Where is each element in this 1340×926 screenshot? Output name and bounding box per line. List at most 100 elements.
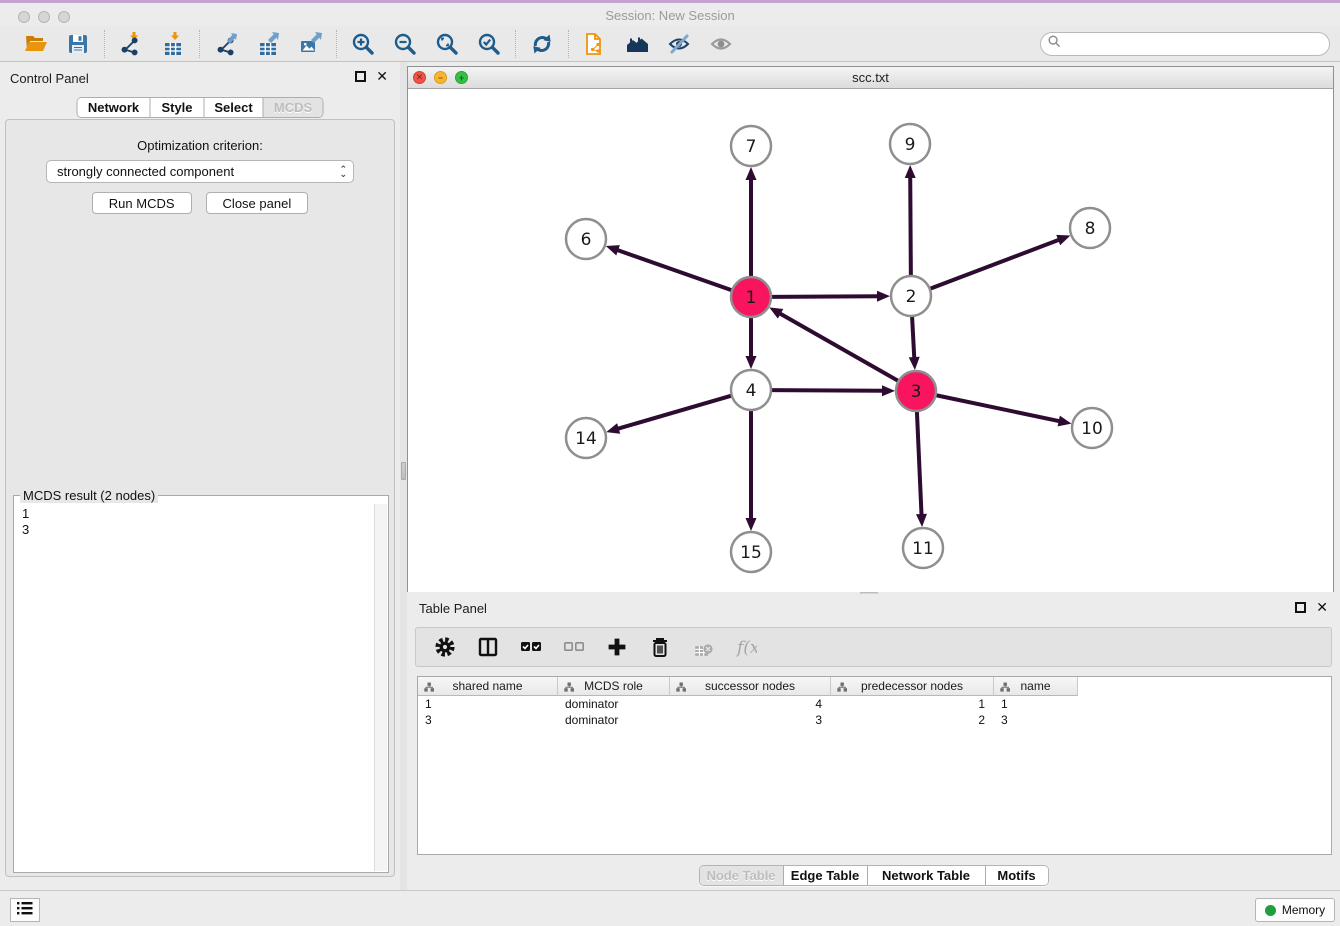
hide-unselected-icon[interactable] — [666, 31, 692, 57]
cell-shared-name[interactable]: 3 — [418, 712, 558, 728]
node-label-14: 14 — [575, 429, 597, 449]
show-all-icon[interactable] — [708, 31, 734, 57]
arrowhead-3-11 — [916, 514, 927, 527]
mcds-result-node: 1 — [22, 506, 374, 522]
node-label-3: 3 — [911, 382, 922, 402]
cell-predecessor-nodes[interactable]: 2 — [831, 712, 994, 728]
status-bar: Memory — [0, 890, 1340, 926]
task-history-button[interactable] — [10, 898, 40, 922]
node-label-15: 15 — [740, 543, 762, 563]
table-row[interactable]: 1dominator411 — [418, 696, 1331, 712]
export-network-icon[interactable] — [213, 31, 239, 57]
criterion-dropdown[interactable]: strongly connected component ⌃⌄ — [46, 160, 354, 183]
edge-4-3[interactable] — [771, 390, 884, 391]
zoom-in-icon[interactable] — [350, 31, 376, 57]
column-header-predecessor-nodes[interactable]: predecessor nodes — [831, 677, 994, 696]
tab-motifs[interactable]: Motifs — [986, 866, 1048, 885]
edge-1-2[interactable] — [771, 296, 879, 297]
node-label-10: 10 — [1081, 419, 1103, 439]
control-panel: Control Panel ✕ NetworkStyleSelectMCDS O… — [0, 62, 400, 890]
svg-text:f(x): f(x) — [735, 638, 757, 658]
cell-name[interactable]: 3 — [994, 712, 1078, 728]
memory-button[interactable]: Memory — [1255, 898, 1335, 922]
cell-MCDS-role[interactable]: dominator — [558, 712, 670, 728]
delete-column-icon[interactable] — [647, 635, 673, 659]
select-all-icon[interactable] — [518, 635, 544, 659]
mcds-result-box: MCDS result (2 nodes) 13 — [13, 495, 389, 873]
export-image-icon[interactable] — [297, 31, 323, 57]
cell-shared-name[interactable]: 1 — [418, 696, 558, 712]
cell-successor-nodes[interactable]: 3 — [670, 712, 831, 728]
column-tree-icon — [837, 681, 847, 695]
node-label-4: 4 — [746, 381, 757, 401]
zoom-fit-icon[interactable] — [434, 31, 460, 57]
tab-network[interactable]: Network — [78, 98, 151, 117]
tab-mcds[interactable]: MCDS — [264, 98, 323, 117]
mcds-panel: Optimization criterion: strongly connect… — [5, 119, 395, 877]
deselect-all-icon[interactable] — [561, 635, 587, 659]
import-table-icon[interactable] — [160, 31, 186, 57]
save-session-icon[interactable] — [65, 31, 91, 57]
edge-3-1[interactable] — [779, 313, 899, 381]
tab-network-table[interactable]: Network Table — [868, 866, 986, 885]
arrowhead-4-15 — [746, 518, 757, 531]
column-header-shared-name[interactable]: shared name — [418, 677, 558, 696]
edge-3-10[interactable] — [936, 395, 1061, 421]
import-network-icon[interactable] — [118, 31, 144, 57]
open-file-icon[interactable] — [23, 31, 49, 57]
network-window-title: scc.txt — [408, 70, 1333, 85]
new-network-from-selection-icon[interactable] — [582, 31, 608, 57]
cell-successor-nodes[interactable]: 4 — [670, 696, 831, 712]
arrowhead-3-10 — [1058, 416, 1072, 427]
run-mcds-button[interactable]: Run MCDS — [92, 192, 192, 214]
search-box[interactable] — [1040, 32, 1330, 56]
tab-node-table[interactable]: Node Table — [700, 866, 784, 885]
column-header-MCDS-role[interactable]: MCDS role — [558, 677, 670, 696]
control-panel-title: Control Panel — [10, 71, 89, 86]
divider-grip[interactable] — [401, 462, 406, 480]
session-title: Session: New Session — [0, 8, 1340, 23]
node-table: shared nameMCDS rolesuccessor nodesprede… — [417, 676, 1332, 855]
edge-2-8[interactable] — [930, 239, 1060, 289]
float-panel-icon[interactable] — [355, 71, 366, 82]
arrowhead-4-3 — [882, 385, 895, 396]
close-panel-icon[interactable]: ✕ — [376, 71, 388, 82]
result-scrollbar[interactable] — [374, 504, 387, 871]
export-table-icon[interactable] — [255, 31, 281, 57]
edge-3-11[interactable] — [917, 411, 922, 516]
edge-2-9[interactable] — [910, 176, 911, 276]
mcds-result-list[interactable]: 13 — [15, 504, 374, 871]
edge-2-3[interactable] — [912, 316, 914, 359]
table-float-panel-icon[interactable] — [1295, 602, 1306, 613]
column-header-successor-nodes[interactable]: successor nodes — [670, 677, 831, 696]
tab-select[interactable]: Select — [205, 98, 264, 117]
zoom-selected-icon[interactable] — [476, 31, 502, 57]
table-row[interactable]: 3dominator323 — [418, 712, 1331, 728]
cell-predecessor-nodes[interactable]: 1 — [831, 696, 994, 712]
add-column-icon[interactable] — [604, 635, 630, 659]
column-tree-icon — [676, 681, 686, 695]
zoom-out-icon[interactable] — [392, 31, 418, 57]
toggle-column-view-icon[interactable] — [475, 635, 501, 659]
search-input[interactable] — [1061, 34, 1329, 54]
close-panel-button[interactable]: Close panel — [206, 192, 309, 214]
vertical-split-divider[interactable] — [400, 62, 407, 890]
tab-edge-table[interactable]: Edge Table — [784, 866, 868, 885]
table-close-panel-icon[interactable]: ✕ — [1316, 602, 1328, 613]
column-header-name[interactable]: name — [994, 677, 1078, 696]
network-graph-canvas[interactable]: 7968124314101511 — [408, 89, 1333, 592]
cell-MCDS-role[interactable]: dominator — [558, 696, 670, 712]
settings-icon[interactable] — [432, 635, 458, 659]
control-panel-tabs: NetworkStyleSelectMCDS — [77, 97, 324, 118]
header-filler — [1078, 677, 1331, 696]
network-window-titlebar[interactable]: ✕ − + scc.txt — [408, 67, 1333, 89]
refresh-view-icon[interactable] — [529, 31, 555, 57]
table-header-row: shared nameMCDS rolesuccessor nodesprede… — [418, 677, 1331, 696]
home-view-icon[interactable] — [624, 31, 650, 57]
tab-style[interactable]: Style — [151, 98, 205, 117]
edge-4-14[interactable] — [617, 396, 732, 429]
edge-1-6[interactable] — [616, 250, 732, 291]
arrowhead-2-9 — [905, 165, 916, 178]
cell-name[interactable]: 1 — [994, 696, 1078, 712]
delete-table-icon — [690, 635, 716, 659]
